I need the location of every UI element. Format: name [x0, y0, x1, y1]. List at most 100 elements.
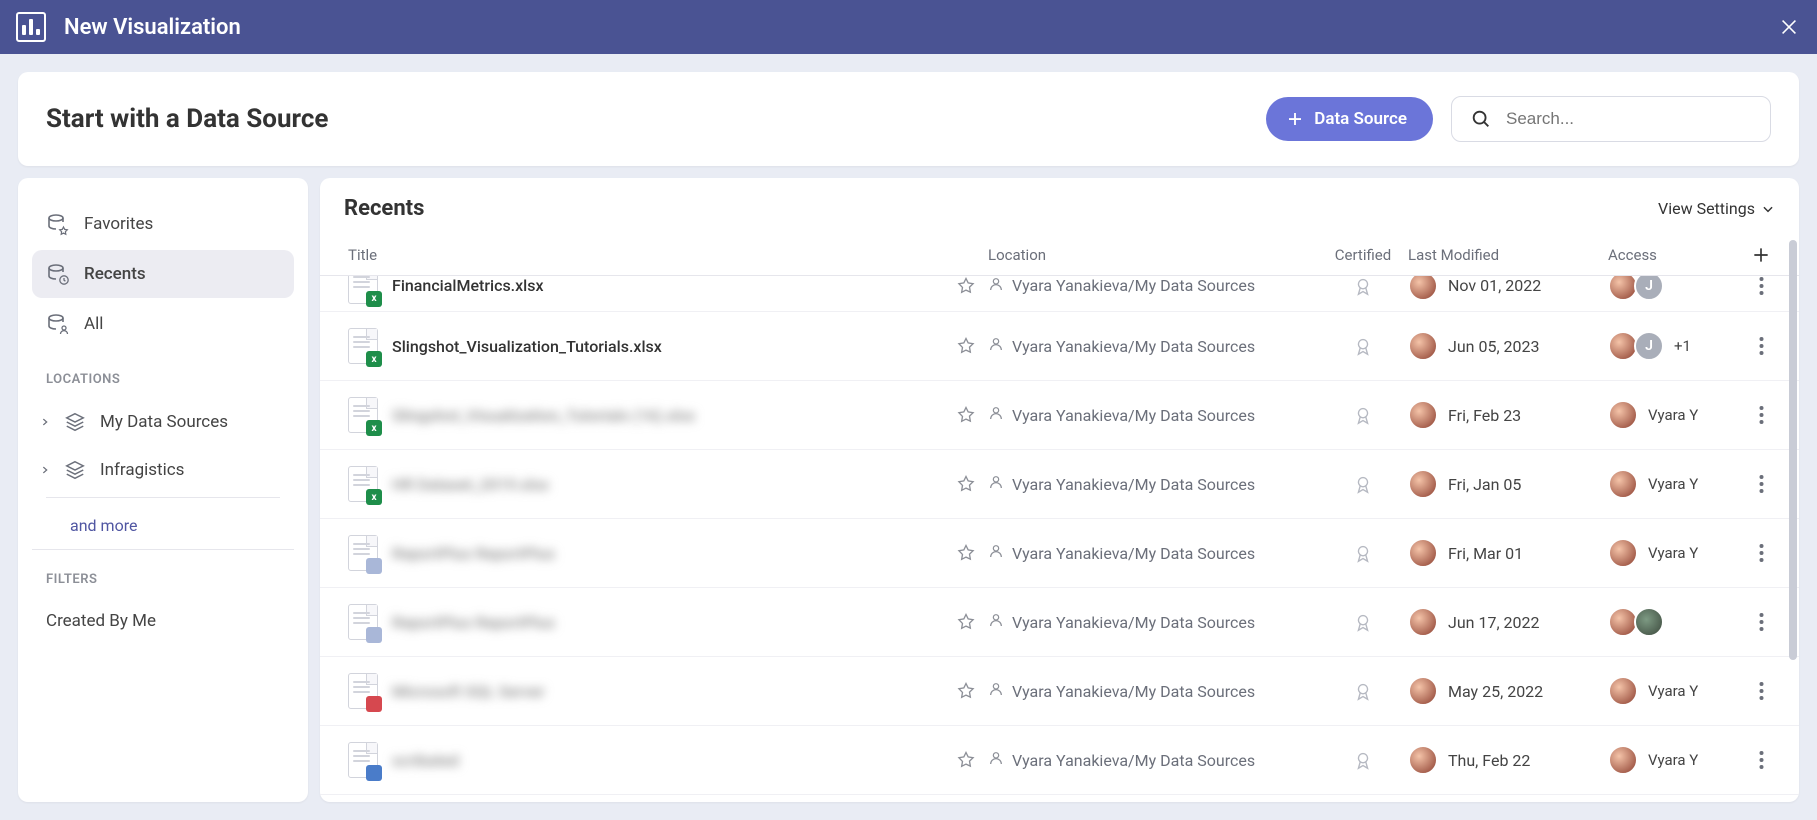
- titlebar: New Visualization: [0, 0, 1817, 54]
- favorite-toggle[interactable]: [944, 276, 988, 296]
- favorite-toggle[interactable]: [944, 750, 988, 770]
- file-icon: x: [348, 397, 378, 433]
- person-icon: [988, 474, 1004, 494]
- avatar: [1408, 538, 1438, 568]
- main-panel: Recents View Settings Title Location Cer…: [320, 178, 1799, 802]
- row-more-button[interactable]: [1738, 750, 1784, 770]
- sidebar-location-my-data-sources[interactable]: My Data Sources: [32, 399, 294, 445]
- file-icon: x: [348, 328, 378, 364]
- close-button[interactable]: [1777, 15, 1801, 39]
- avatar: [1608, 676, 1638, 706]
- certified-badge: [1318, 276, 1408, 297]
- person-icon: [988, 405, 1004, 425]
- table-row[interactable]: x Slingshot_Visualization_Tutorials.xlsx…: [320, 312, 1799, 381]
- scrollbar-track[interactable]: [1789, 234, 1797, 798]
- add-data-source-label: Data Source: [1314, 109, 1407, 129]
- avatar: [1408, 276, 1438, 301]
- col-access[interactable]: Access: [1608, 246, 1738, 264]
- body-row: Favorites Recents All LOCATIONS My Data …: [18, 178, 1799, 802]
- table-row[interactable]: ReportPlus ReportPlus Vyara Yanakieva/My…: [320, 588, 1799, 657]
- certified-badge: [1318, 611, 1408, 633]
- location-text: Vyara Yanakieva/My Data Sources: [1012, 276, 1255, 295]
- table-row[interactable]: Microsoft SQL Server Vyara Yanakieva/My …: [320, 657, 1799, 726]
- certified-badge: [1318, 542, 1408, 564]
- file-title: HR Dataset_2019.xlsx: [392, 475, 549, 494]
- access-label: Vyara Y: [1648, 544, 1698, 562]
- sidebar-label: Infragistics: [100, 460, 184, 480]
- table-row[interactable]: ReportPlus ReportPlus Vyara Yanakieva/My…: [320, 519, 1799, 588]
- col-location[interactable]: Location: [988, 246, 1318, 264]
- location-text: Vyara Yanakieva/My Data Sources: [1012, 751, 1255, 770]
- table-row[interactable]: x FinancialMetrics.xlsx Vyara Yanakieva/…: [320, 276, 1799, 312]
- col-last-modified[interactable]: Last Modified: [1408, 246, 1608, 264]
- file-title: ReportPlus ReportPlus: [392, 613, 555, 632]
- favorite-toggle[interactable]: [944, 405, 988, 425]
- modified-date: Jun 05, 2023: [1448, 337, 1540, 356]
- add-data-source-button[interactable]: Data Source: [1266, 97, 1433, 141]
- search-input[interactable]: [1506, 109, 1752, 129]
- sidebar-location-infragistics[interactable]: Infragistics: [32, 447, 294, 493]
- plus-icon: [1286, 110, 1304, 128]
- location-text: Vyara Yanakieva/My Data Sources: [1012, 406, 1255, 425]
- table-row[interactable]: x Slingshot_Visualization_Tutorials (16)…: [320, 381, 1799, 450]
- avatar: [1608, 400, 1638, 430]
- and-more-link[interactable]: and more: [32, 502, 294, 550]
- view-settings-button[interactable]: View Settings: [1658, 199, 1775, 218]
- main-header: Recents View Settings: [320, 178, 1799, 235]
- sidebar-item-favorites[interactable]: Favorites: [32, 200, 294, 248]
- avatar: J: [1634, 331, 1664, 361]
- sidebar-item-all[interactable]: All: [32, 300, 294, 348]
- person-icon: [988, 543, 1004, 563]
- modified-date: Thu, Feb 22: [1448, 751, 1530, 770]
- row-more-button[interactable]: [1738, 405, 1784, 425]
- scrollbar-thumb[interactable]: [1789, 240, 1797, 660]
- col-certified[interactable]: Certified: [1318, 246, 1408, 264]
- main-heading: Recents: [344, 196, 424, 221]
- sidebar-label: My Data Sources: [100, 412, 228, 432]
- add-column-button[interactable]: [1738, 245, 1784, 265]
- favorite-toggle[interactable]: [944, 681, 988, 701]
- favorite-toggle[interactable]: [944, 336, 988, 356]
- avatar: [1608, 745, 1638, 775]
- file-icon: [348, 673, 378, 709]
- divider: [46, 497, 280, 498]
- sidebar-item-recents[interactable]: Recents: [32, 250, 294, 298]
- sidebar-filter-created-by-me[interactable]: Created By Me: [32, 599, 294, 643]
- avatar: [1408, 745, 1438, 775]
- row-more-button[interactable]: [1738, 336, 1784, 356]
- file-title: Microsoft SQL Server: [392, 682, 545, 701]
- avatar: [1608, 538, 1638, 568]
- certified-badge: [1318, 680, 1408, 702]
- access-label: Vyara Y: [1648, 406, 1698, 424]
- certified-badge: [1318, 404, 1408, 426]
- avatar: J: [1634, 276, 1664, 301]
- filters-heading: FILTERS: [32, 550, 294, 597]
- modal-title: New Visualization: [64, 15, 241, 40]
- location-text: Vyara Yanakieva/My Data Sources: [1012, 475, 1255, 494]
- table-row[interactable]: Casey McGulgan Vyara Yanakieva/My Data S…: [320, 795, 1799, 802]
- layers-icon: [64, 411, 86, 433]
- layers-icon: [64, 459, 86, 481]
- row-more-button[interactable]: [1738, 543, 1784, 563]
- row-more-button[interactable]: [1738, 681, 1784, 701]
- access-label: Vyara Y: [1648, 475, 1698, 493]
- favorite-toggle[interactable]: [944, 612, 988, 632]
- search-box[interactable]: [1451, 96, 1771, 142]
- plus-icon: [1751, 245, 1771, 265]
- row-more-button[interactable]: [1738, 276, 1784, 296]
- row-more-button[interactable]: [1738, 474, 1784, 494]
- avatar: [1408, 676, 1438, 706]
- col-title[interactable]: Title: [344, 246, 944, 264]
- favorite-toggle[interactable]: [944, 543, 988, 563]
- favorite-toggle[interactable]: [944, 474, 988, 494]
- file-icon: [348, 604, 378, 640]
- modified-date: Nov 01, 2022: [1448, 276, 1541, 295]
- certified-badge: [1318, 335, 1408, 357]
- location-text: Vyara Yanakieva/My Data Sources: [1012, 337, 1255, 356]
- person-icon: [988, 336, 1004, 356]
- access-label: Vyara Y: [1648, 751, 1698, 769]
- database-star-icon: [46, 212, 70, 236]
- table-row[interactable]: x HR Dataset_2019.xlsx Vyara Yanakieva/M…: [320, 450, 1799, 519]
- row-more-button[interactable]: [1738, 612, 1784, 632]
- table-row[interactable]: scribated Vyara Yanakieva/My Data Source…: [320, 726, 1799, 795]
